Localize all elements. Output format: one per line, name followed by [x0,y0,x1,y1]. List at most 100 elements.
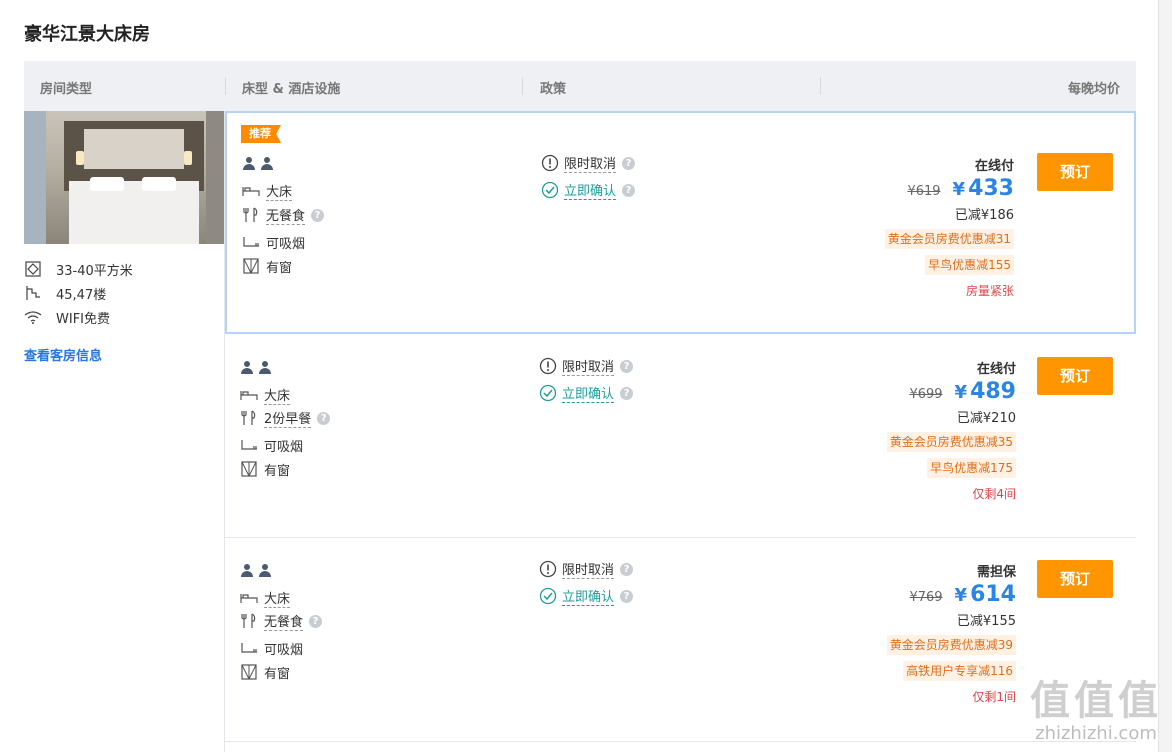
original-price: ¥699 [909,387,943,402]
header-room-type: 房间类型 [40,82,93,97]
help-icon[interactable]: ? [311,208,325,222]
original-price: ¥619 [907,184,941,199]
rate-offer: 大床 2份早餐 ? 可吸烟 有窗 限时取消 ? 立即确认 ? 在线付 ¥699 … [225,335,1136,538]
window-icon [242,258,260,274]
smoking-info: 可吸烟 [240,639,303,658]
price-block: 需担保 ¥769 ¥614 已减¥155 黄金会员房费优惠减39 高铁用户专享减… [886,561,1016,705]
promo-tag[interactable]: 黄金会员房费优惠减31 [884,229,1014,249]
room-info-link[interactable]: 查看客房信息 [24,345,224,364]
recommend-badge: 推荐 [241,125,281,143]
cutlery-icon [240,410,258,426]
bed-icon [240,590,258,606]
scrollbar[interactable] [1158,0,1172,752]
rate-offer: 大床 无餐食 ? 可吸烟 有窗 限时取消 ? 立即确认 ? 需担保 ¥769 ¥… [225,538,1136,742]
alert-icon [541,154,559,172]
alert-icon [539,560,557,578]
smoking-info: 可吸烟 [240,436,303,455]
header-divider [820,77,821,95]
bed-type: 大床 [242,182,293,201]
meal-info: 无餐食 ? [242,206,325,225]
person-icon [259,564,271,577]
person-icon [259,361,271,374]
room-summary: 33-40平方米 45,47楼 WIFI免费 查看客房信息 [24,111,224,364]
window-info: 有窗 [242,257,292,276]
original-price: ¥769 [909,590,943,605]
bed-icon [240,387,258,403]
window-icon [240,664,258,680]
watermark-logo: 值值值 [1030,678,1162,724]
page-title: 豪华江景大床房 [24,24,150,45]
help-icon[interactable]: ? [622,156,636,170]
saved-amount: 已减¥155 [956,614,1016,629]
pay-type: 在线付 [976,362,1016,377]
current-price[interactable]: ¥433 [953,176,1014,201]
saved-amount: 已减¥210 [956,411,1016,426]
room-photo[interactable] [24,111,224,244]
header-divider [522,77,523,95]
smoking-icon [240,437,258,453]
meal-info: 无餐食 ? [240,612,323,631]
person-icon [241,361,253,374]
guest-count [241,361,271,374]
saved-amount: 已减¥186 [954,208,1014,223]
guest-count [243,157,273,170]
floor-icon [24,284,42,302]
current-price[interactable]: ¥489 [955,379,1016,404]
person-icon [243,157,255,170]
room-floor: 45,47楼 [24,284,224,303]
person-icon [261,157,273,170]
help-icon[interactable]: ? [309,614,323,628]
cancel-policy: 限时取消 ? [539,560,634,579]
book-button[interactable]: 预订 [1037,357,1113,395]
watermark-url: zhizhizhi.com [1035,723,1157,744]
header-policy: 政策 [540,82,567,97]
check-circle-icon [539,587,557,605]
book-button[interactable]: 预订 [1037,153,1113,191]
bed-type: 大床 [240,386,291,405]
pay-type: 在线付 [974,159,1014,174]
scarcity-note: 房量紧张 [965,284,1014,298]
alert-icon [539,357,557,375]
cutlery-icon [242,207,260,223]
wifi-icon [24,308,42,326]
promo-tag[interactable]: 早鸟优惠减155 [925,255,1014,275]
confirm-policy: 立即确认 ? [539,587,634,606]
price-block: 在线付 ¥699 ¥489 已减¥210 黄金会员房费优惠减35 早鸟优惠减17… [886,358,1016,502]
cancel-policy: 限时取消 ? [539,357,634,376]
guest-count [241,564,271,577]
rate-offer: 推荐 大床 无餐食 ? 可吸烟 有窗 限时取消 ? 立即确认 ? 在线付 ¥61… [225,111,1136,334]
help-icon[interactable]: ? [620,562,634,576]
help-icon[interactable]: ? [620,359,634,373]
area-icon [24,260,42,278]
check-circle-icon [541,181,559,199]
header-divider [225,77,226,95]
scarcity-note: 仅剩1间 [972,690,1016,704]
promo-tag[interactable]: 高铁用户专享减116 [903,661,1016,681]
watermark: 值值值 zhizhizhi.com [1030,679,1162,744]
help-icon[interactable]: ? [317,411,331,425]
book-button[interactable]: 预订 [1037,560,1113,598]
room-wifi: WIFI免费 [24,308,224,327]
scarcity-note: 仅剩4间 [972,487,1016,501]
smoking-info: 可吸烟 [242,233,305,252]
current-price[interactable]: ¥614 [955,582,1016,607]
smoking-icon [242,234,260,250]
confirm-policy: 立即确认 ? [541,181,636,200]
promo-tag[interactable]: 黄金会员房费优惠减39 [886,635,1016,655]
window-info: 有窗 [240,460,290,479]
help-icon[interactable]: ? [622,183,636,197]
window-info: 有窗 [240,663,290,682]
table-header: 房间类型 床型 & 酒店设施 政策 每晚均价 [24,61,1136,111]
bed-icon [242,183,260,199]
confirm-policy: 立即确认 ? [539,384,634,403]
help-icon[interactable]: ? [620,589,634,603]
smoking-icon [240,640,258,656]
header-price: 每晚均价 [1067,82,1120,97]
promo-tag[interactable]: 黄金会员房费优惠减35 [886,432,1016,452]
pay-type: 需担保 [976,565,1016,580]
price-block: 在线付 ¥619 ¥433 已减¥186 黄金会员房费优惠减31 早鸟优惠减15… [884,155,1014,299]
bed-type: 大床 [240,589,291,608]
promo-tag[interactable]: 早鸟优惠减175 [927,458,1016,478]
check-circle-icon [539,384,557,402]
help-icon[interactable]: ? [620,386,634,400]
